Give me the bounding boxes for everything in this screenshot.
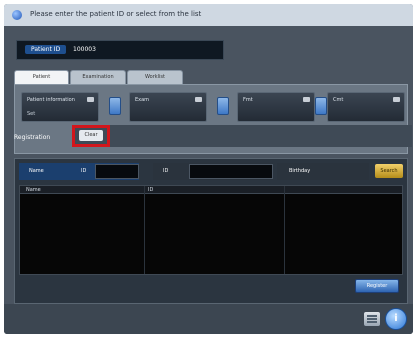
window-title: Please enter the patient ID or select fr… [30, 10, 202, 18]
birthday-label: Birthday [289, 168, 311, 174]
column-divider [144, 186, 145, 274]
col-name-header[interactable]: Name [26, 187, 41, 193]
card-label: Cmt [333, 97, 344, 103]
patient-header: Patient ID 100003 [16, 40, 224, 60]
search-button[interactable]: Search [375, 164, 403, 178]
card-label: Exam [135, 97, 150, 103]
list-header: Name ID [20, 186, 402, 194]
search-panel: Name ID ID Birthday Search Name ID Regis… [14, 158, 408, 304]
tab-patient[interactable]: Patient [14, 70, 69, 84]
footer-bar: i [4, 304, 413, 334]
card-comment[interactable]: Cmt [327, 92, 405, 122]
info-help-icon[interactable]: i [385, 308, 407, 330]
tab-worklist[interactable]: Worklist [127, 70, 183, 84]
card-edit-icon[interactable] [303, 97, 310, 102]
app-logo-icon [12, 10, 22, 20]
app-window: Please enter the patient ID or select fr… [4, 4, 413, 334]
card-edit-icon[interactable] [393, 97, 400, 102]
patient-id-badge: Patient ID [25, 45, 67, 54]
id-input[interactable] [189, 164, 273, 179]
title-bar: Please enter the patient ID or select fr… [4, 4, 413, 26]
id-label: ID [81, 168, 87, 174]
birthday-search-box: Birthday [277, 163, 369, 180]
list-menu-icon[interactable] [364, 312, 380, 326]
tab-examination[interactable]: Examination [70, 70, 126, 84]
name-search-box: Name ID [19, 163, 139, 180]
col-id-header[interactable]: ID [148, 187, 153, 193]
card-format[interactable]: Fmt [237, 92, 315, 122]
clear-button[interactable]: Clear [79, 130, 103, 141]
card-label: Patient information [27, 97, 75, 103]
column-divider [284, 186, 285, 274]
registration-label: Registration [14, 134, 51, 141]
link-connector-icon [315, 97, 327, 115]
link-connector-icon [109, 97, 121, 115]
registration-field [72, 125, 412, 147]
card-sub: Set [27, 111, 36, 117]
card-edit-icon[interactable] [87, 97, 94, 102]
id-label-2: ID [163, 168, 169, 174]
name-label: Name [29, 168, 44, 174]
card-patient-info[interactable]: Patient information Set [21, 92, 99, 122]
id-search-box: ID [153, 163, 273, 180]
card-label: Fmt [243, 97, 253, 103]
patient-list[interactable]: Name ID [19, 185, 403, 275]
name-input[interactable] [95, 164, 139, 179]
link-connector-icon [217, 97, 229, 115]
register-button[interactable]: Register [355, 279, 399, 293]
patient-id-value: 100003 [73, 46, 96, 53]
card-edit-icon[interactable] [195, 97, 202, 102]
card-exam[interactable]: Exam [129, 92, 207, 122]
